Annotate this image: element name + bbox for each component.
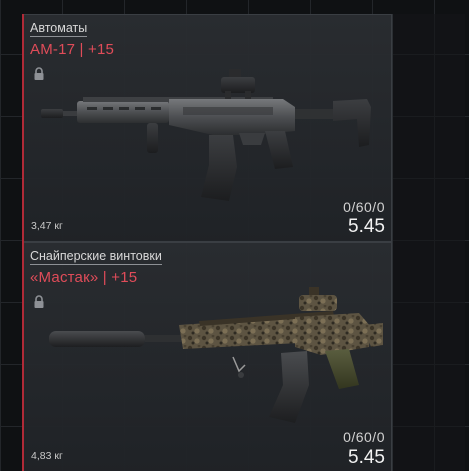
weapon-category: Автоматы	[30, 21, 88, 37]
weapon-image-am17	[41, 69, 371, 201]
weapon-image-mastak	[49, 287, 383, 423]
weapon-weight: 3,47 кг	[31, 220, 63, 232]
caliber-label: 5.45	[348, 447, 385, 468]
ammo-count: 0/60/0	[343, 429, 385, 445]
card-accent-bar	[22, 242, 24, 471]
weapon-card-am17[interactable]: Автоматы AM-17 | +15 3,47 кг 0/60/0 5.45	[22, 14, 392, 242]
caliber-label: 5.45	[348, 216, 385, 237]
weapon-card-mastak[interactable]: Снайперские винтовки «Мастак» | +15 4,83…	[22, 242, 392, 471]
weapon-weight: 4,83 кг	[31, 450, 63, 462]
weapon-category: Снайперские винтовки	[30, 249, 162, 265]
card-accent-bar	[22, 14, 24, 242]
ammo-count: 0/60/0	[343, 199, 385, 215]
side-panel	[392, 14, 465, 471]
weapon-name: «Мастак» | +15	[30, 269, 138, 286]
inventory-panel: Автоматы AM-17 | +15 3,47 кг 0/60/0 5.45…	[0, 0, 469, 471]
